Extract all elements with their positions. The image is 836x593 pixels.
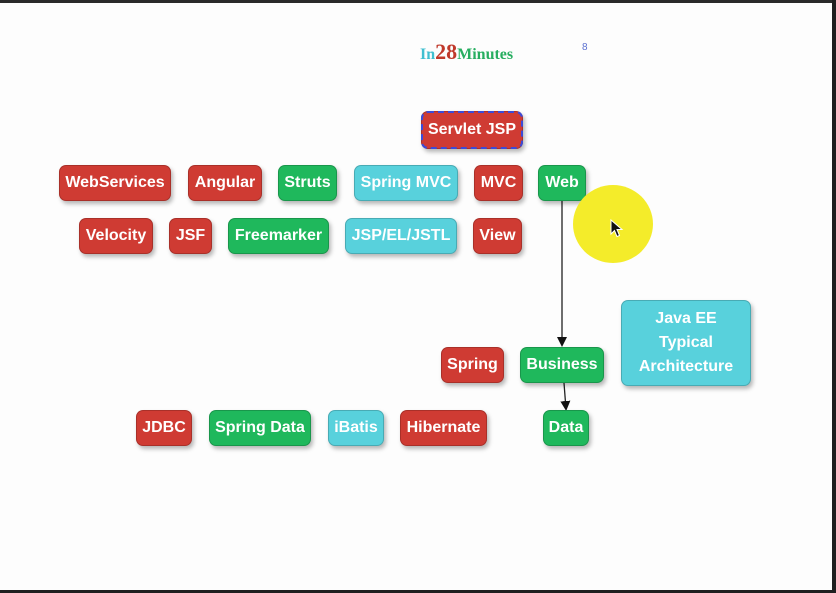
node-jsf[interactable]: JSF bbox=[169, 218, 212, 254]
node-spring-data[interactable]: Spring Data bbox=[209, 410, 311, 446]
node-data[interactable]: Data bbox=[543, 410, 589, 446]
node-freemarker[interactable]: Freemarker bbox=[228, 218, 329, 254]
node-jdbc[interactable]: JDBC bbox=[136, 410, 192, 446]
node-spring[interactable]: Spring bbox=[441, 347, 504, 383]
node-jsp-el-jstl[interactable]: JSP/EL/JSTL bbox=[345, 218, 457, 254]
node-struts[interactable]: Struts bbox=[278, 165, 337, 201]
node-servlet-jsp[interactable]: Servlet JSP bbox=[421, 111, 523, 149]
arrow-business-to-data bbox=[560, 382, 571, 411]
node-web[interactable]: Web bbox=[538, 165, 586, 201]
node-ibatis[interactable]: iBatis bbox=[328, 410, 384, 446]
node-mvc[interactable]: MVC bbox=[474, 165, 523, 201]
mouse-pointer-icon bbox=[610, 219, 624, 238]
connector-arrows bbox=[557, 201, 571, 411]
node-business[interactable]: Business bbox=[520, 347, 604, 383]
node-angular[interactable]: Angular bbox=[188, 165, 262, 201]
node-view[interactable]: View bbox=[473, 218, 522, 254]
node-hibernate[interactable]: Hibernate bbox=[400, 410, 487, 446]
node-spring-mvc[interactable]: Spring MVC bbox=[354, 165, 458, 201]
node-java-ee-typical-architecture[interactable]: Java EE Typical Architecture bbox=[621, 300, 751, 386]
node-velocity[interactable]: Velocity bbox=[79, 218, 153, 254]
node-webservices[interactable]: WebServices bbox=[59, 165, 171, 201]
